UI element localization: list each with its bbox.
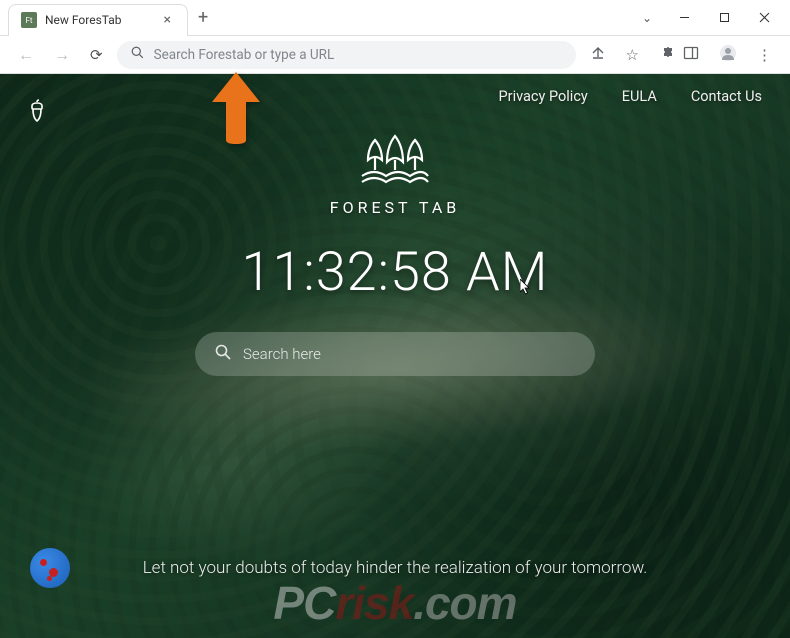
cursor-icon — [520, 279, 532, 299]
watermark: PCrisk.com — [273, 576, 516, 630]
share-icon[interactable] — [584, 41, 612, 69]
extensions-puzzle-icon[interactable] — [653, 41, 669, 69]
window-titlebar: Ft New ForesTab × + ⌄ — [0, 0, 790, 36]
bookmark-star-icon[interactable]: ☆ — [620, 42, 645, 68]
logo-trees-icon — [354, 134, 436, 194]
close-window-button[interactable] — [746, 4, 782, 32]
tab-favicon-icon: Ft — [21, 12, 37, 28]
forward-button[interactable]: → — [48, 41, 76, 69]
center-content: FOREST TAB 11:32:58 AM Search here — [0, 134, 790, 376]
acorn-icon[interactable] — [24, 98, 50, 124]
search-placeholder: Search here — [243, 345, 321, 363]
contact-link[interactable]: Contact Us — [691, 88, 762, 105]
address-bar: ← → ⟳ Search Forestab or type a URL ☆ ⋮ — [0, 36, 790, 74]
quote-text: Let not your doubts of today hinder the … — [0, 558, 790, 578]
top-nav: Privacy Policy EULA Contact Us — [499, 88, 762, 105]
back-button[interactable]: ← — [12, 41, 40, 69]
tab-title: New ForesTab — [45, 13, 160, 27]
menu-dots-icon[interactable]: ⋮ — [751, 42, 778, 68]
watermark-risk: risk — [335, 577, 413, 629]
watermark-com: .com — [413, 577, 516, 629]
logo-text: FOREST TAB — [330, 198, 461, 217]
clock-display: 11:32:58 AM — [241, 241, 548, 304]
omnibox[interactable]: Search Forestab or type a URL — [117, 41, 576, 69]
omnibox-placeholder: Search Forestab or type a URL — [154, 47, 562, 63]
privacy-link[interactable]: Privacy Policy — [499, 88, 588, 105]
minimize-button[interactable] — [666, 4, 702, 32]
window-controls: ⌄ — [642, 4, 790, 32]
eula-link[interactable]: EULA — [622, 88, 657, 105]
page-content: Privacy Policy EULA Contact Us FOREST TA… — [0, 74, 790, 638]
badge-icon[interactable] — [30, 548, 70, 588]
maximize-button[interactable] — [706, 4, 742, 32]
pointer-arrow-icon — [208, 72, 264, 148]
profile-avatar-icon[interactable] — [713, 40, 743, 70]
reload-button[interactable]: ⟳ — [84, 42, 109, 68]
side-panel-icon[interactable] — [677, 41, 705, 69]
tab-list-chevron-icon[interactable]: ⌄ — [642, 11, 652, 25]
watermark-pc: PC — [273, 577, 335, 629]
browser-tab[interactable]: Ft New ForesTab × — [8, 4, 188, 36]
new-tab-button[interactable]: + — [188, 3, 218, 32]
close-tab-icon[interactable]: × — [160, 12, 175, 28]
search-icon — [131, 46, 144, 63]
search-icon — [215, 344, 231, 364]
search-field[interactable]: Search here — [195, 332, 595, 376]
